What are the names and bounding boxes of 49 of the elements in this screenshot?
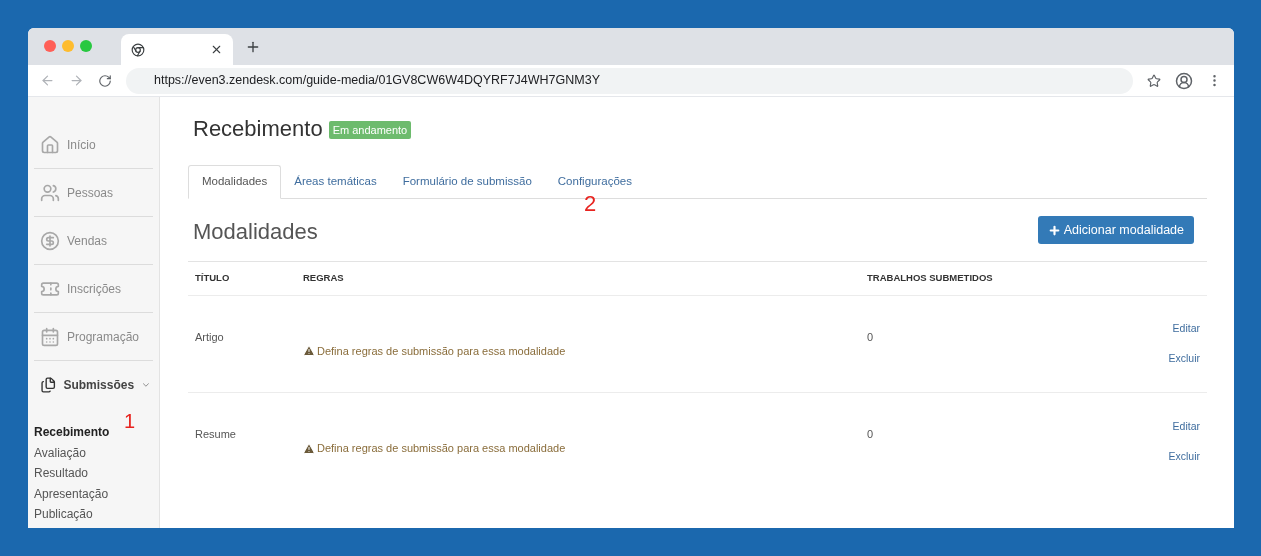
table-cell-text: Artigo	[194, 329, 225, 345]
action-link[interactable]: Editar	[1172, 418, 1200, 435]
warning-icon	[303, 442, 315, 455]
forward-icon[interactable]	[69, 73, 84, 88]
table-cell-text: 0	[866, 427, 875, 443]
section-heading: Modalidades	[193, 217, 318, 246]
column-header: TRABALHOS SUBMETIDOS	[866, 271, 994, 286]
action-link[interactable]: Excluir	[1168, 351, 1200, 367]
table-cell-text: Resume	[194, 427, 237, 443]
table-cell-text: 0	[866, 329, 875, 345]
plus-icon	[1047, 223, 1061, 237]
action-link[interactable]: Editar	[1172, 321, 1200, 337]
submenu-item[interactable]: Apresentação	[34, 484, 153, 505]
close-window-icon[interactable]	[44, 39, 56, 52]
reload-icon[interactable]	[98, 73, 112, 88]
page-title: Recebimento	[193, 114, 323, 143]
sidebar-item[interactable]: Vendas	[34, 217, 153, 265]
browser-tab[interactable]	[121, 34, 233, 65]
status-badge: Em andamento	[328, 120, 412, 140]
people-icon	[40, 182, 60, 203]
tab[interactable]: Modalidades	[188, 165, 282, 199]
submenu-item[interactable]: Avaliação	[34, 443, 153, 464]
column-header: REGRAS	[302, 271, 345, 286]
annotation-number: 2	[584, 190, 597, 218]
documents-icon	[40, 375, 57, 395]
action-link[interactable]: Excluir	[1168, 448, 1200, 465]
submenu-item[interactable]: Resultado	[34, 464, 153, 485]
profile-icon[interactable]	[1175, 71, 1193, 90]
tab[interactable]: Formulário de submissão	[389, 165, 545, 199]
annotation-number: 1	[124, 410, 136, 432]
sidebar-item[interactable]: Início	[34, 121, 153, 169]
close-icon[interactable]	[210, 43, 223, 56]
bookmark-star-icon[interactable]	[1147, 73, 1161, 88]
calendar-icon	[40, 326, 60, 347]
browser-logo-icon	[131, 42, 145, 57]
warning-message: Defina regras de submissão para essa modalidade	[317, 441, 566, 457]
back-icon[interactable]	[40, 73, 55, 88]
column-header: TÍTULO	[194, 271, 231, 286]
address-bar[interactable]: https://even3.zendesk.com/guide-media/01GV8CW6W4DQYRF7J4WH7GNM3Y	[126, 67, 1133, 94]
sidebar-item[interactable]: Submissões	[34, 361, 153, 409]
submenu-item[interactable]: Publicação	[34, 505, 153, 526]
sidebar-item[interactable]: Pessoas	[34, 169, 153, 217]
sidebar-item[interactable]: Programação	[34, 313, 153, 361]
warning-icon	[303, 345, 315, 357]
home-icon	[40, 134, 60, 155]
add-button[interactable]: Adicionar modalidade	[1037, 216, 1194, 244]
tab[interactable]: Áreas temáticas	[281, 165, 390, 199]
sidebar-item[interactable]: Inscrições	[34, 265, 153, 313]
warning-message: Defina regras de submissão para essa modalidade	[317, 343, 566, 359]
